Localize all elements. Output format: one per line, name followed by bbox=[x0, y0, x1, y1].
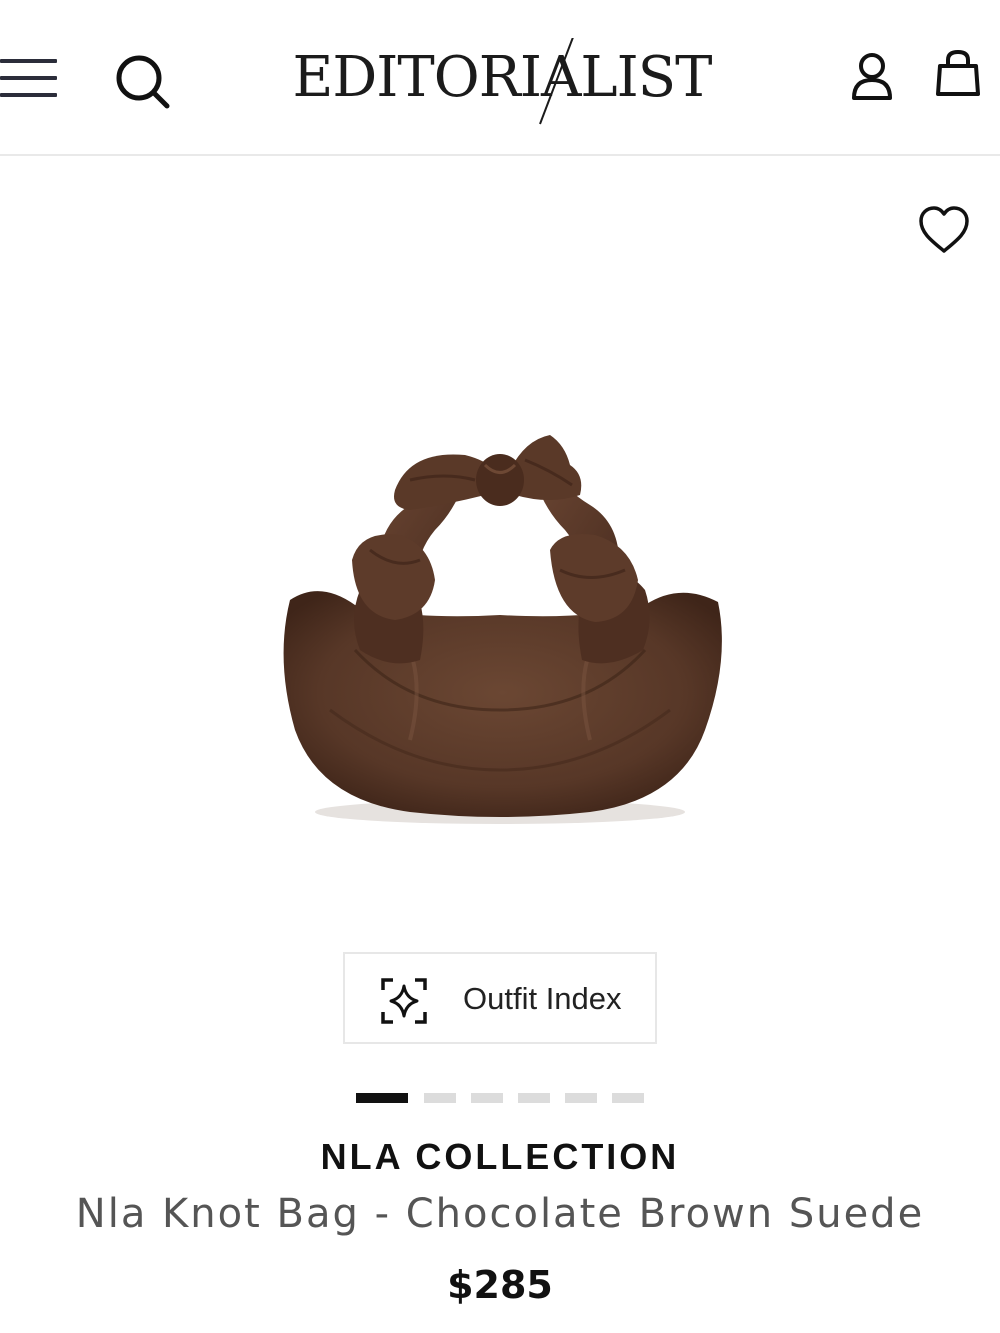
logo-slash-mark bbox=[539, 38, 574, 125]
outfit-index-label: Outfit Index bbox=[463, 981, 622, 1016]
heart-icon[interactable] bbox=[916, 204, 972, 256]
search-icon[interactable] bbox=[112, 52, 172, 112]
site-header: EDITORIALIST bbox=[0, 0, 1000, 156]
carousel-dot[interactable] bbox=[356, 1093, 408, 1103]
hamburger-menu-icon[interactable] bbox=[0, 56, 58, 102]
sparkle-scan-icon bbox=[379, 976, 429, 1026]
user-icon[interactable] bbox=[850, 52, 894, 102]
product-title: Nla Knot Bag - Chocolate Brown Suede bbox=[75, 1191, 925, 1237]
site-logo[interactable]: EDITORIALIST bbox=[282, 38, 722, 126]
shopping-bag-icon[interactable] bbox=[934, 48, 982, 100]
carousel-dot[interactable] bbox=[565, 1093, 597, 1103]
image-carousel-indicator bbox=[356, 1093, 656, 1105]
carousel-dot[interactable] bbox=[518, 1093, 550, 1103]
carousel-dot[interactable] bbox=[612, 1093, 644, 1103]
carousel-dot[interactable] bbox=[424, 1093, 456, 1103]
carousel-dot[interactable] bbox=[471, 1093, 503, 1103]
product-price: $285 bbox=[447, 1263, 553, 1307]
product-brand[interactable]: NLA COLLECTION bbox=[0, 1136, 1000, 1178]
outfit-index-button[interactable]: Outfit Index bbox=[343, 952, 657, 1044]
product-image[interactable] bbox=[260, 410, 740, 840]
